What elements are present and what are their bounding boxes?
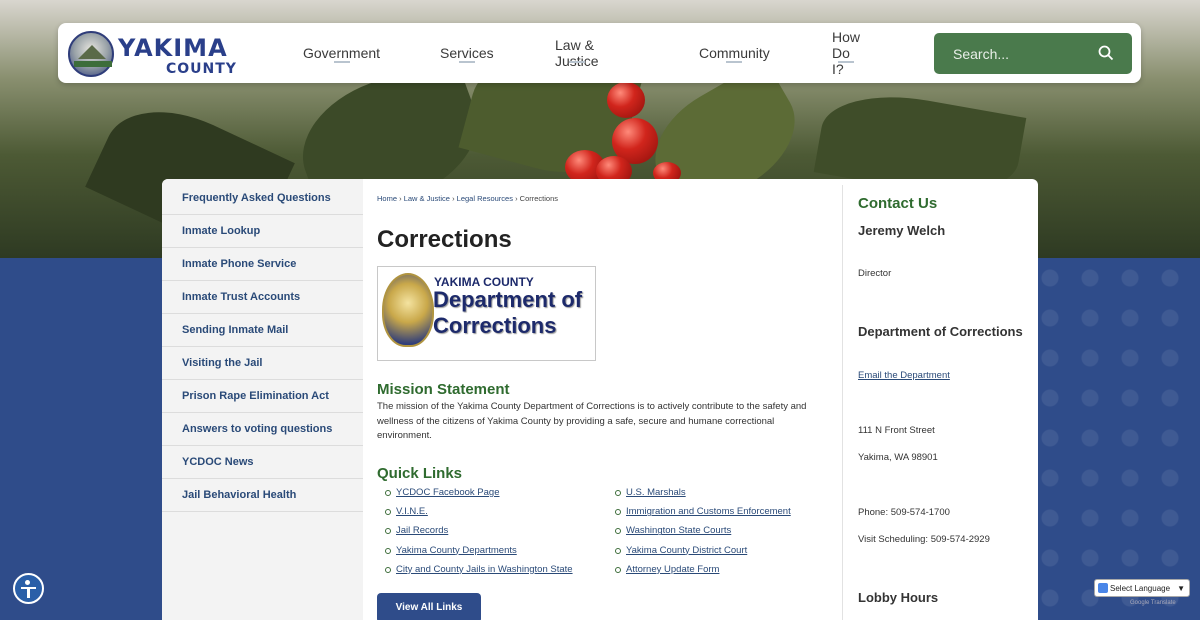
- sidebar-nav: Frequently Asked Questions Inmate Lookup…: [162, 179, 363, 620]
- link-county-departments[interactable]: Yakima County Departments: [383, 545, 573, 564]
- logo-name-line1: YAKIMA: [118, 34, 228, 62]
- decorative-pattern: [1030, 258, 1200, 620]
- view-all-links-button[interactable]: View All Links: [377, 593, 481, 620]
- site-header: YAKIMA COUNTY Government Services Law & …: [58, 23, 1141, 83]
- nav-how-do-i[interactable]: How Do I?: [832, 23, 860, 83]
- sidebar-item-prea[interactable]: Prison Rape Elimination Act: [162, 380, 363, 413]
- contact-email-link[interactable]: Email the Department: [858, 370, 950, 381]
- contact-name: Jeremy Welch: [858, 223, 946, 238]
- sheriff-badge-icon: [382, 273, 434, 347]
- banner-line3: Corrections: [433, 313, 557, 338]
- contact-address-line2: Yakima, WA 98901: [858, 452, 938, 463]
- contact-phone: Phone: 509-574-1700: [858, 507, 950, 518]
- contact-visit-scheduling: Visit Scheduling: 509-574-2929: [858, 534, 990, 545]
- nav-government[interactable]: Government: [303, 23, 380, 83]
- contact-role: Director: [858, 268, 892, 279]
- breadcrumb-sep: ›: [452, 194, 455, 203]
- quick-links-col2: U.S. Marshals Immigration and Customs En…: [613, 487, 791, 583]
- quick-links-heading: Quick Links: [377, 465, 463, 482]
- page-title: Corrections: [377, 226, 512, 253]
- breadcrumb-legal[interactable]: Legal Resources: [457, 194, 513, 203]
- nav-label: Community: [699, 45, 770, 61]
- accessibility-icon[interactable]: [13, 573, 44, 604]
- google-translate-icon: [1098, 583, 1108, 593]
- search-box: [934, 33, 1132, 74]
- nav-label: Services: [440, 45, 494, 61]
- link-vine[interactable]: V.I.N.E.: [383, 506, 573, 525]
- quick-links-col1: YCDOC Facebook Page V.I.N.E. Jail Record…: [383, 487, 573, 583]
- link-district-court[interactable]: Yakima County District Court: [613, 545, 791, 564]
- nav-label: How Do I?: [832, 29, 861, 77]
- banner-line2: Department of: [433, 287, 583, 312]
- nav-community[interactable]: Community: [699, 23, 770, 83]
- nav-services[interactable]: Services: [440, 23, 494, 83]
- link-jail-records[interactable]: Jail Records: [383, 525, 573, 544]
- link-wa-courts[interactable]: Washington State Courts: [613, 525, 791, 544]
- county-seal-icon: [68, 31, 114, 77]
- contact-panel: Contact Us Jeremy Welch Director Departm…: [842, 185, 1038, 620]
- sidebar-item-inmate-phone[interactable]: Inmate Phone Service: [162, 248, 363, 281]
- content-card: Frequently Asked Questions Inmate Lookup…: [162, 179, 1038, 620]
- breadcrumb: Home › Law & Justice › Legal Resources ›…: [377, 194, 558, 203]
- sidebar-item-voting[interactable]: Answers to voting questions: [162, 413, 363, 446]
- contact-address-line1: 111 N Front Street: [858, 425, 935, 436]
- sidebar-item-trust-accounts[interactable]: Inmate Trust Accounts: [162, 281, 363, 314]
- nav-label: Government: [303, 45, 381, 61]
- link-facebook[interactable]: YCDOC Facebook Page: [383, 487, 573, 506]
- search-icon[interactable]: [1098, 45, 1114, 61]
- contact-heading: Contact Us: [858, 195, 938, 212]
- breadcrumb-current: Corrections: [519, 194, 559, 203]
- link-wa-jails[interactable]: City and County Jails in Washington Stat…: [383, 564, 573, 583]
- lobby-hours-heading: Lobby Hours: [858, 590, 939, 605]
- sidebar-item-news[interactable]: YCDOC News: [162, 446, 363, 479]
- sidebar-item-inmate-mail[interactable]: Sending Inmate Mail: [162, 314, 363, 347]
- breadcrumb-law[interactable]: Law & Justice: [404, 194, 450, 203]
- sidebar-item-behavioral-health[interactable]: Jail Behavioral Health: [162, 479, 363, 512]
- nav-law-justice[interactable]: Law & Justice: [555, 23, 599, 83]
- sidebar-item-faq[interactable]: Frequently Asked Questions: [162, 179, 363, 215]
- language-select-label: Select Language: [1110, 583, 1171, 593]
- powered-by-text: Google Translate: [1130, 600, 1176, 606]
- mission-heading: Mission Statement: [377, 381, 510, 398]
- mission-text: The mission of the Yakima County Departm…: [377, 401, 807, 441]
- breadcrumb-sep: ›: [515, 194, 518, 203]
- department-banner-image: YAKIMA COUNTY Department of Corrections: [377, 266, 596, 361]
- breadcrumb-home[interactable]: Home: [377, 194, 397, 203]
- nav-label: Law & Justice: [555, 37, 599, 69]
- breadcrumb-sep: ›: [399, 194, 402, 203]
- sidebar-item-inmate-lookup[interactable]: Inmate Lookup: [162, 215, 363, 248]
- contact-dept: Department of Corrections: [858, 324, 1023, 339]
- search-input[interactable]: [934, 33, 1094, 74]
- logo-name-line2: COUNTY: [166, 61, 237, 77]
- chevron-down-icon: ▼: [1177, 584, 1185, 593]
- county-logo[interactable]: YAKIMA COUNTY: [68, 31, 318, 77]
- language-select[interactable]: Select Language ▼: [1094, 579, 1190, 597]
- link-ice[interactable]: Immigration and Customs Enforcement: [613, 506, 791, 525]
- sidebar-item-visiting[interactable]: Visiting the Jail: [162, 347, 363, 380]
- link-attorney-form[interactable]: Attorney Update Form: [613, 564, 791, 583]
- link-us-marshals[interactable]: U.S. Marshals: [613, 487, 791, 506]
